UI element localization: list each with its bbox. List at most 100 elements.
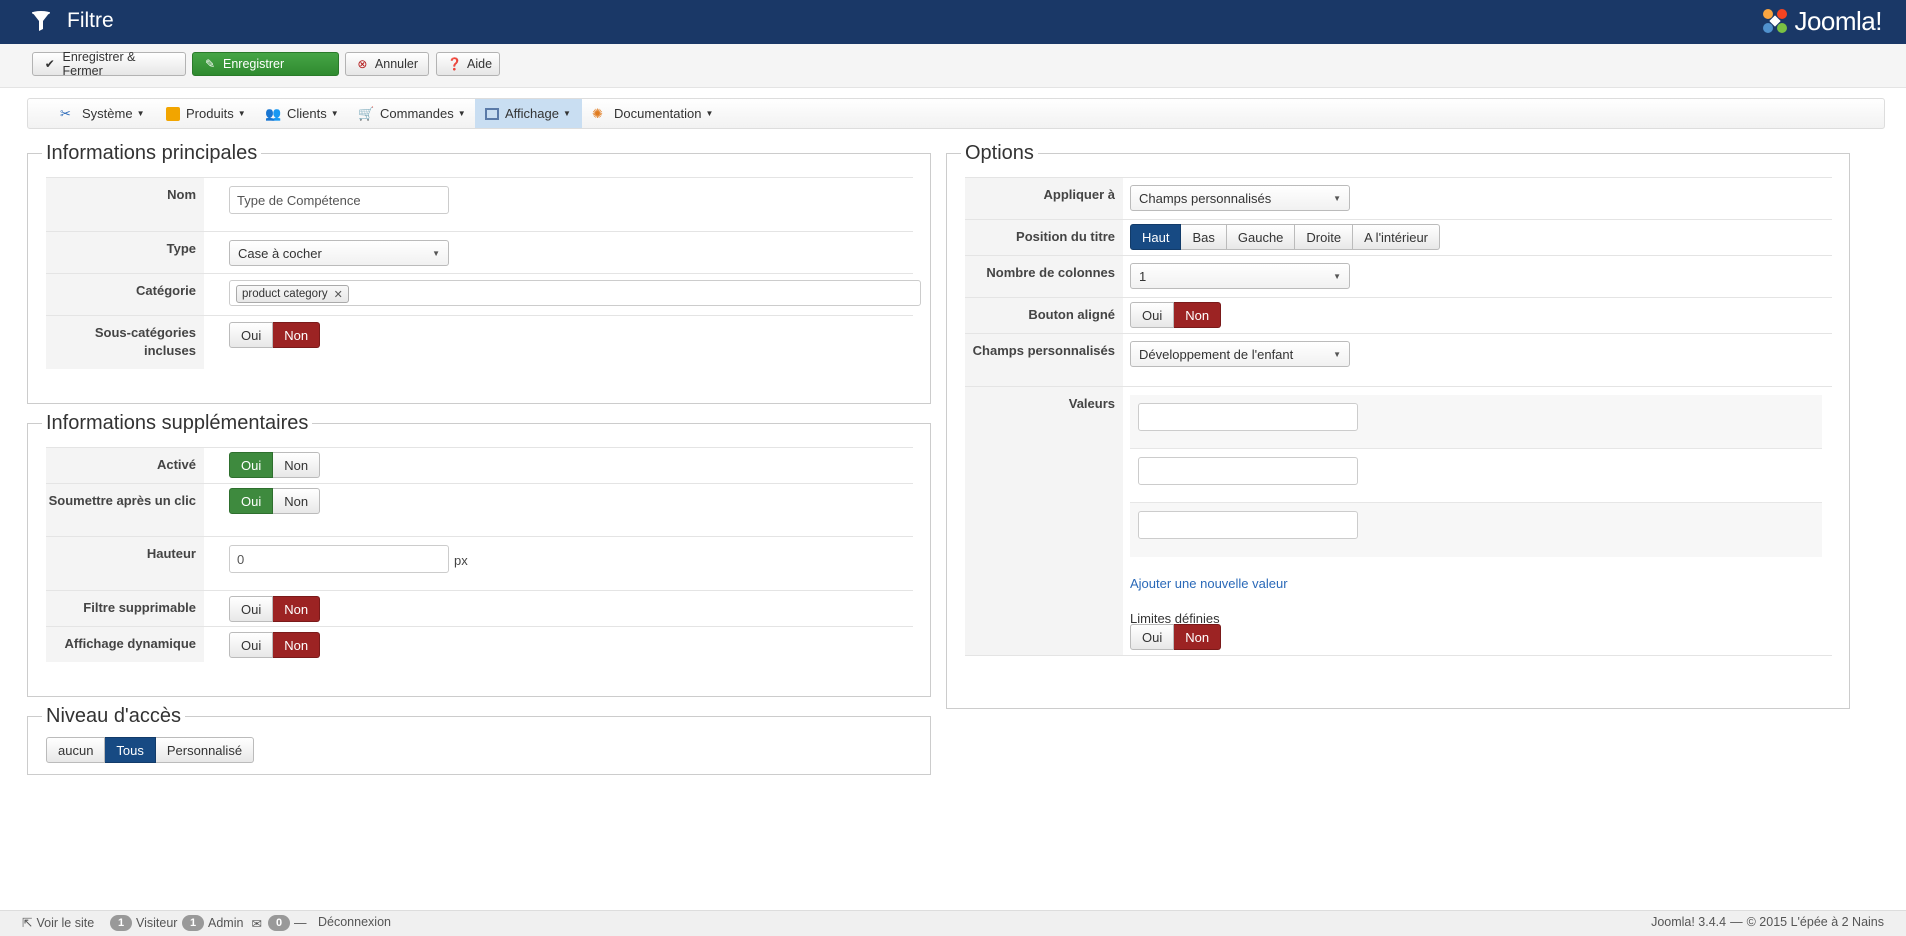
save-button[interactable]: ✎ Enregistrer [192,52,339,76]
cancel-circle-icon: ⊗ [357,57,368,71]
nom-label: Nom [46,178,204,231]
component-menu: ✂ Système ▼ Produits ▼ 👥 Clients ▼ 🛒 Comman… [27,98,1885,129]
nav-item-clients[interactable]: 👥 Clients ▼ [255,99,349,128]
submit-yes-button[interactable]: Oui [229,488,274,514]
submit-label: Soumettre après un clic [46,484,204,536]
limits-yes-button[interactable]: Oui [1130,624,1175,650]
custom-fields-select[interactable]: Développement de l'enfant ▼ [1130,341,1350,367]
submit-toggle: Oui Non [229,488,321,514]
nav-label: Affichage [505,106,559,121]
caret-down-icon: ▼ [457,109,466,118]
nav-label: Clients [287,106,327,121]
cancel-button[interactable]: ⊗ Annuler [345,52,429,76]
access-all-button[interactable]: Tous [105,737,156,763]
subcat-row: Sous-catégories incluses Oui Non [46,315,913,369]
save-close-button[interactable]: ✔ Enregistrer & Fermer [32,50,186,78]
aligned-no-button[interactable]: Non [1174,302,1222,328]
dynamic-yes-button[interactable]: Oui [229,632,274,658]
tools-icon: ✂ [60,105,71,121]
type-select[interactable]: Case à cocher ▼ [229,240,449,266]
page-title: Filtre [67,9,114,32]
access-fieldset: Niveau d'accès aucun Tous Personnalisé [27,705,931,775]
categorie-input[interactable]: product category ✕ [229,280,921,306]
envelope-icon: ✉ [251,916,262,931]
submit-row: Soumettre après un clic Oui Non [46,483,913,536]
active-yes-button[interactable]: Oui [229,452,274,478]
height-value: 0 [237,551,245,567]
deletable-no-button[interactable]: Non [273,596,321,622]
access-level-group: aucun Tous Personnalisé [46,737,255,763]
subcat-toggle: Oui Non [229,322,321,348]
values-list [1130,395,1822,557]
title-pos-top-button[interactable]: Haut [1130,224,1182,250]
apply-value: Champs personnalisés [1139,190,1272,206]
messages-badge: 0 [268,915,290,931]
deletable-toggle: Oui Non [229,596,321,622]
visitor-badge: 1 [110,915,132,931]
cancel-label: Annuler [374,57,418,71]
nav-label: Documentation [614,106,702,121]
title-pos-inside-button[interactable]: A l'intérieur [1353,224,1441,250]
external-link-icon: ⇱ [22,916,33,930]
height-input[interactable]: 0 [229,545,449,573]
footer-copyright: Joomla! 3.4.4 — © 2015 L'épée à 2 Nains [1651,915,1884,929]
limits-toggle: Oui Non [1130,624,1222,650]
columns-select[interactable]: 1 ▼ [1130,263,1350,289]
nav-item-produits[interactable]: Produits ▼ [156,99,256,128]
question-icon: ❓ [447,57,462,71]
chevron-down-icon: ▼ [1333,194,1341,203]
columns-value: 1 [1139,268,1147,284]
height-unit: px [454,553,468,568]
subcat-yes-button[interactable]: Oui [229,322,274,348]
access-none-button[interactable]: aucun [46,737,106,763]
title-pos-left-button[interactable]: Gauche [1226,224,1296,250]
nav-item-documentation[interactable]: ✺ Documentation ▼ [582,99,723,128]
value-input-2[interactable] [1138,457,1358,485]
aligned-yes-button[interactable]: Oui [1130,302,1175,328]
custom-fields-row: Champs personnalisés Développement de l'… [965,333,1832,386]
save-label: Enregistrer [223,57,285,71]
nav-item-commandes[interactable]: 🛒 Commandes ▼ [348,99,476,128]
filter-icon [32,11,50,31]
nav-label: Commandes [380,106,454,121]
help-button[interactable]: ❓ Aide [436,52,500,76]
close-icon[interactable]: ✕ [334,288,343,301]
values-row: Valeurs Ajouter une nouvelle valeur Limi… [965,386,1832,656]
subcat-no-button[interactable]: Non [273,322,321,348]
logout-link[interactable]: Déconnexion [318,915,391,929]
nav-item-systeme[interactable]: ✂ Système ▼ [50,99,155,128]
apply-select[interactable]: Champs personnalisés ▼ [1130,185,1350,211]
cart-icon: 🛒 [358,105,375,121]
value-item [1130,395,1822,449]
status-bar: ⇱ Voir le site 1 Visiteur 1 Admin ✉ 0 — … [0,910,1906,936]
title-position-row: Position du titre Haut Bas Gauche Droite… [965,219,1832,255]
access-custom-button[interactable]: Personnalisé [155,737,255,763]
active-no-button[interactable]: Non [273,452,321,478]
view-site-link[interactable]: ⇱ Voir le site [22,915,94,931]
type-label: Type [46,232,204,273]
type-value: Case à cocher [238,245,322,261]
caret-down-icon: ▼ [330,109,339,118]
limits-no-button[interactable]: Non [1174,624,1222,650]
title-position-label: Position du titre [965,220,1123,255]
title-position-group: Haut Bas Gauche Droite A l'intérieur [1130,224,1441,250]
joomla-logo-icon [1763,9,1788,33]
logout-label: Déconnexion [318,915,391,929]
nav-label: Produits [186,106,234,121]
value-input-3[interactable] [1138,511,1358,539]
dynamic-no-button[interactable]: Non [273,632,321,658]
title-pos-right-button[interactable]: Droite [1295,224,1354,250]
deletable-yes-button[interactable]: Oui [229,596,274,622]
nav-item-affichage[interactable]: Affichage ▼ [475,99,582,128]
add-value-link[interactable]: Ajouter une nouvelle valeur [1130,576,1288,591]
messages-count[interactable]: 0 — [268,915,307,931]
active-row: Activé Oui Non [46,447,913,483]
submit-no-button[interactable]: Non [273,488,321,514]
category-tag: product category ✕ [236,285,349,303]
chevron-down-icon: ▼ [1333,272,1341,281]
custom-fields-value: Développement de l'enfant [1139,346,1294,362]
nom-input[interactable]: Type de Compétence [229,186,449,214]
toolbar: ✔ Enregistrer & Fermer ✎ Enregistrer ⊗ A… [0,44,1906,88]
value-input-1[interactable] [1138,403,1358,431]
title-pos-bottom-button[interactable]: Bas [1181,224,1227,250]
